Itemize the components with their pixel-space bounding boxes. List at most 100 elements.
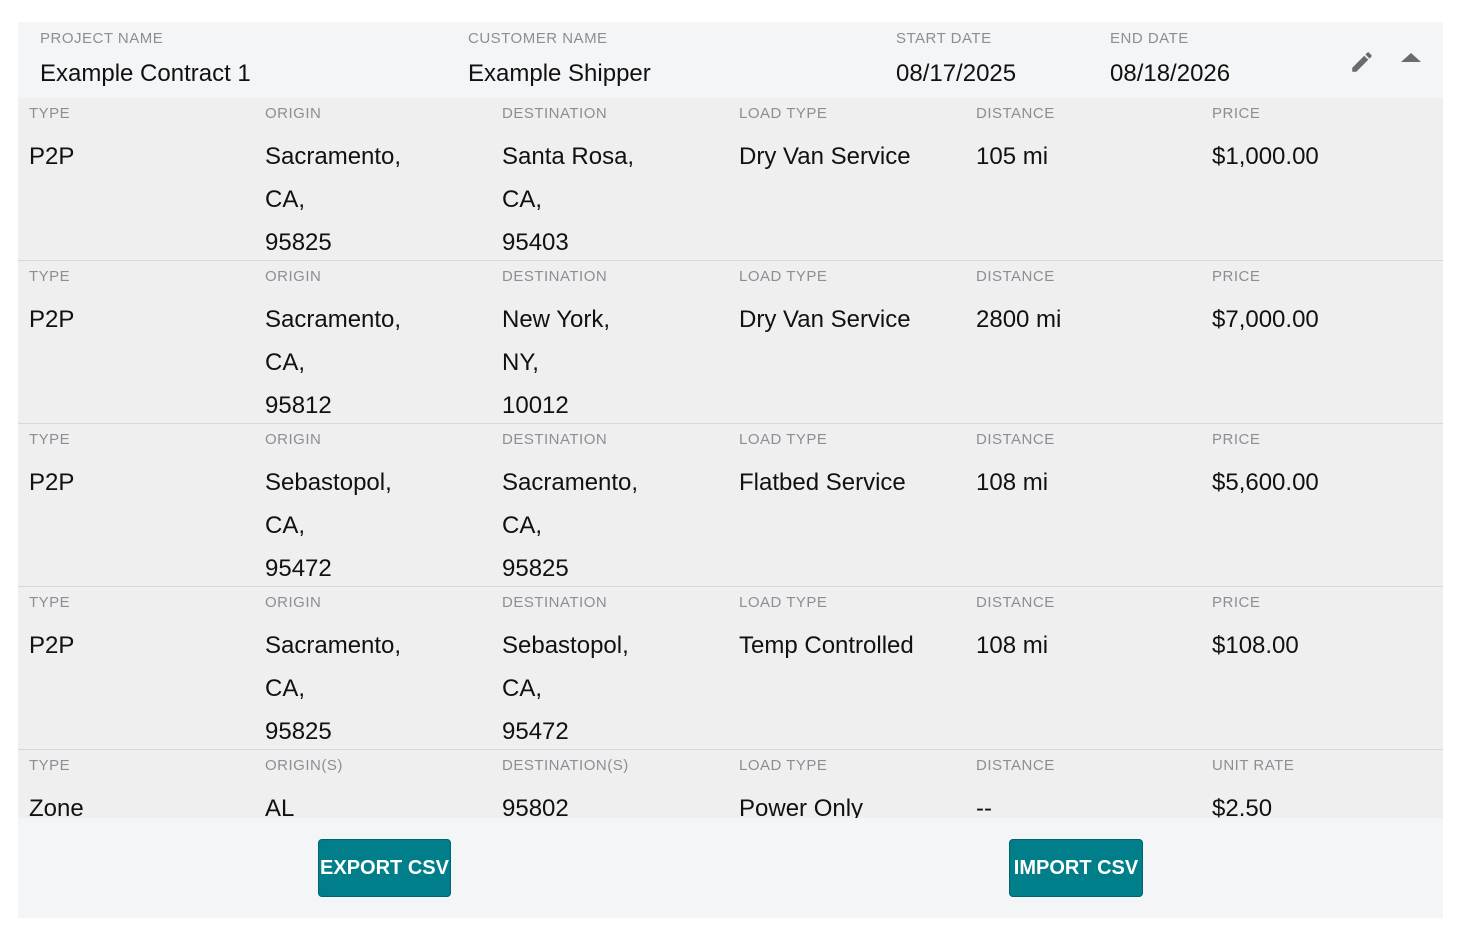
load-type-value: Dry Van Service — [739, 298, 911, 341]
end-date-value: 08/18/2026 — [1110, 60, 1231, 87]
unit-rate-label: UNIT RATE — [1212, 757, 1295, 774]
origin-value: AL — [265, 787, 294, 818]
distance-label: DISTANCE — [976, 268, 1055, 285]
lane-row: TYPE P2P ORIGIN Sebastopol, CA, 95472 DE… — [18, 424, 1443, 587]
lane-row: TYPE P2P ORIGIN Sacramento, CA, 95825 DE… — [18, 98, 1443, 261]
type-value: P2P — [29, 461, 74, 504]
type-value: Zone — [29, 787, 84, 818]
distance-label: DISTANCE — [976, 105, 1055, 122]
price-value: $7,000.00 — [1212, 298, 1319, 341]
origin-state: CA, — [265, 512, 306, 539]
destination-value: Santa Rosa, CA, 95403 — [502, 135, 634, 264]
project-name-value: Example Contract 1 — [40, 60, 251, 87]
type-text: P2P — [29, 143, 75, 170]
origin-zip: 95825 — [265, 718, 332, 745]
load-type-label: LOAD TYPE — [739, 105, 828, 122]
destination-value: Sebastopol, CA, 95472 — [502, 624, 629, 753]
destination-zip: 95825 — [502, 555, 569, 582]
price-text: $1,000.00 — [1212, 143, 1319, 170]
load-type-value: Dry Van Service — [739, 135, 911, 178]
price-value: $5,600.00 — [1212, 461, 1319, 504]
destination-value: New York, NY, 10012 — [502, 298, 610, 427]
destination-city: Santa Rosa, — [502, 143, 635, 170]
contract-header: PROJECT NAME Example Contract 1 CUSTOMER… — [18, 22, 1443, 98]
origin-city: Sacramento, — [265, 143, 402, 170]
origin-zip: 95825 — [265, 229, 332, 256]
load-type-value: Flatbed Service — [739, 461, 906, 504]
unit-rate-text: $2.50 — [1212, 795, 1273, 818]
load-type-label: LOAD TYPE — [739, 431, 828, 448]
origin-state: CA, — [265, 186, 306, 213]
destination-label: DESTINATION — [502, 431, 608, 448]
type-label: TYPE — [29, 268, 71, 285]
destination-city: Sacramento, — [502, 469, 639, 496]
origin-city: Sebastopol, — [265, 469, 392, 496]
price-text: $7,000.00 — [1212, 306, 1319, 333]
pencil-icon — [1352, 52, 1372, 72]
distance-text: -- — [976, 795, 992, 818]
load-type-value: Temp Controlled — [739, 624, 914, 667]
price-label: PRICE — [1212, 431, 1261, 448]
origin-value: Sacramento, CA, 95812 — [265, 298, 401, 427]
contract-card: PROJECT NAME Example Contract 1 CUSTOMER… — [18, 22, 1443, 918]
export-csv-button[interactable]: EXPORT CSV — [318, 839, 451, 897]
lanes-list: TYPE P2P ORIGIN Sacramento, CA, 95825 DE… — [18, 98, 1443, 818]
destination-label: DESTINATION — [502, 594, 608, 611]
price-label: PRICE — [1212, 594, 1261, 611]
end-date-label: END DATE — [1110, 30, 1189, 47]
caret-up-icon — [1401, 53, 1421, 62]
destination-state: CA, — [502, 675, 543, 702]
origin-label: ORIGIN — [265, 594, 322, 611]
distance-value: 108 mi — [976, 624, 1048, 667]
destination-state: NY, — [502, 349, 539, 376]
load-type-text: Flatbed Service — [739, 469, 906, 496]
price-label: PRICE — [1212, 268, 1261, 285]
import-csv-button[interactable]: IMPORT CSV — [1009, 839, 1143, 897]
destination-value: 95802 — [502, 787, 569, 818]
type-value: P2P — [29, 624, 74, 667]
start-date-label: START DATE — [896, 30, 992, 47]
distance-text: 108 mi — [976, 469, 1049, 496]
lane-row: TYPE P2P ORIGIN Sacramento, CA, 95825 DE… — [18, 587, 1443, 750]
distance-value: 2800 mi — [976, 298, 1061, 341]
distance-text: 105 mi — [976, 143, 1049, 170]
origin-value: Sacramento, CA, 95825 — [265, 624, 401, 753]
load-type-value: Power Only — [739, 787, 863, 818]
destination-label: DESTINATION(S) — [502, 757, 629, 774]
price-value: $108.00 — [1212, 624, 1299, 667]
lane-row: TYPE P2P ORIGIN Sacramento, CA, 95812 DE… — [18, 261, 1443, 424]
price-value: $1,000.00 — [1212, 135, 1319, 178]
origin-value: Sacramento, CA, 95825 — [265, 135, 401, 264]
type-value: P2P — [29, 135, 74, 178]
destination-value: Sacramento, CA, 95825 — [502, 461, 638, 590]
distance-label: DISTANCE — [976, 431, 1055, 448]
edit-button[interactable] — [1346, 46, 1378, 78]
type-label: TYPE — [29, 757, 71, 774]
destination-text: 95802 — [502, 795, 569, 818]
destination-zip: 10012 — [502, 392, 569, 419]
type-value: P2P — [29, 298, 74, 341]
collapse-button[interactable] — [1395, 42, 1427, 74]
load-type-text: Dry Van Service — [739, 143, 911, 170]
destination-state: CA, — [502, 186, 543, 213]
type-label: TYPE — [29, 105, 71, 122]
origin-city: Sacramento, — [265, 306, 402, 333]
load-type-label: LOAD TYPE — [739, 268, 828, 285]
price-text: $5,600.00 — [1212, 469, 1319, 496]
origin-text: AL — [265, 795, 295, 818]
destination-label: DESTINATION — [502, 268, 608, 285]
distance-label: DISTANCE — [976, 594, 1055, 611]
lane-row: TYPE Zone ORIGIN(S) AL DESTINATION(S) 95… — [18, 750, 1443, 818]
load-type-text: Power Only — [739, 795, 864, 818]
type-text: Zone — [29, 795, 84, 818]
origin-zip: 95812 — [265, 392, 332, 419]
price-label: PRICE — [1212, 105, 1261, 122]
load-type-text: Temp Controlled — [739, 632, 914, 659]
destination-zip: 95403 — [502, 229, 569, 256]
origin-label: ORIGIN — [265, 431, 322, 448]
origin-label: ORIGIN — [265, 268, 322, 285]
distance-value: 105 mi — [976, 135, 1048, 178]
distance-text: 2800 mi — [976, 306, 1062, 333]
distance-value: -- — [976, 787, 992, 818]
origin-city: Sacramento, — [265, 632, 402, 659]
